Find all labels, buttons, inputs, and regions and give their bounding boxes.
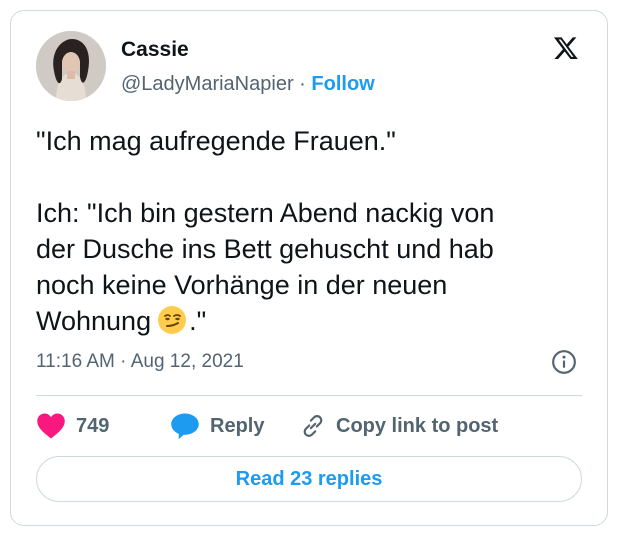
- tweet-line: noch keine Vorhänge in der neuen: [36, 270, 448, 300]
- like-button[interactable]: 749: [36, 409, 109, 443]
- reply-label: Reply: [210, 414, 265, 437]
- smirking-face-emoji-icon: [158, 306, 187, 334]
- tweet-word: .": [189, 306, 207, 336]
- author-name[interactable]: Cassie: [121, 38, 189, 62]
- tweet-actions: 749 Reply Copy link to post: [36, 409, 582, 443]
- divider: [36, 395, 582, 396]
- copy-link-label: Copy link to post: [336, 414, 499, 437]
- tweet-line-last: Wohnung .": [36, 303, 576, 339]
- avatar[interactable]: [36, 31, 106, 101]
- tweet-line: der Dusche ins Bett gehuscht und hab: [36, 234, 494, 264]
- separator-dot: ·: [299, 73, 306, 95]
- avatar-image: [36, 31, 106, 101]
- tweet-time: 11:16 AM: [36, 351, 115, 372]
- tweet-word: Wohnung: [36, 306, 152, 336]
- follow-button[interactable]: Follow: [311, 73, 374, 95]
- like-count: 749: [76, 414, 110, 437]
- timestamp[interactable]: 11:16 AM · Aug 12, 2021: [36, 351, 244, 373]
- separator-dot: ·: [120, 351, 127, 372]
- x-logo-icon[interactable]: [553, 35, 579, 61]
- tweet-text: "Ich mag aufregende Frauen." Ich: "Ich b…: [36, 123, 576, 339]
- tweet-line: Ich: "Ich bin gestern Abend nackig von: [36, 198, 495, 228]
- info-icon[interactable]: [551, 349, 577, 375]
- copy-link-button[interactable]: Copy link to post: [300, 409, 498, 443]
- reply-bubble-icon: [171, 413, 199, 440]
- tweet-date: Aug 12, 2021: [130, 351, 244, 372]
- author-handle[interactable]: @LadyMariaNapier: [121, 73, 294, 95]
- author-handle-row: @LadyMariaNapier · Follow: [121, 73, 375, 96]
- read-replies-button[interactable]: Read 23 replies: [36, 456, 582, 502]
- link-icon: [303, 415, 323, 437]
- tweet-card: Cassie @LadyMariaNapier · Follow "Ich ma…: [10, 10, 608, 526]
- heart-icon: [37, 413, 65, 439]
- tweet-line: "Ich mag aufregende Frauen.": [36, 126, 396, 156]
- reply-button[interactable]: Reply: [170, 409, 264, 443]
